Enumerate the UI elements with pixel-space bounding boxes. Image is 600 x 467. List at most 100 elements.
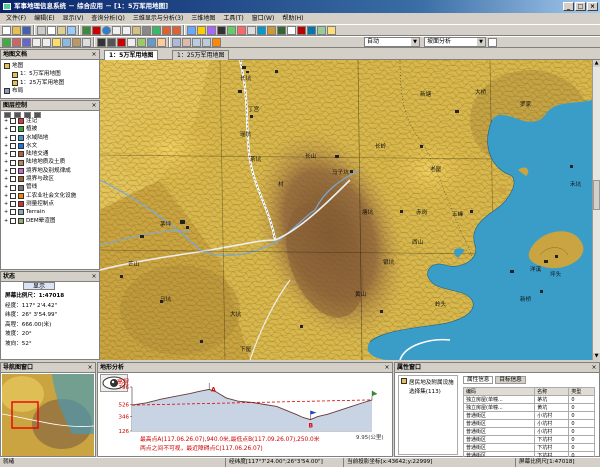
query-tree-item[interactable]: 居民地及附属设施 [401, 378, 454, 386]
layer-item[interactable]: +工农业社会文化设施 [4, 192, 76, 200]
scroll-up-icon[interactable]: ▲ [593, 60, 600, 67]
save-icon[interactable] [22, 26, 31, 35]
layer-item[interactable]: +DEM晕渲图 [4, 217, 76, 225]
profile-panel-close-icon[interactable]: × [383, 364, 391, 372]
menu-view[interactable]: 显示(V) [59, 13, 88, 24]
visibility-checkbox[interactable] [10, 126, 16, 132]
3d-icon[interactable] [277, 26, 286, 35]
refresh-icon[interactable] [152, 26, 161, 35]
view-icon[interactable] [82, 38, 91, 47]
expand-icon[interactable]: + [4, 150, 8, 158]
expand-icon[interactable]: + [4, 142, 8, 150]
expand-icon[interactable]: + [4, 183, 8, 191]
draw-polygon-icon[interactable] [22, 38, 31, 47]
layer-item[interactable]: +境界与政区 [4, 175, 76, 183]
table-row[interactable]: 普通街区下坑村0 [464, 436, 595, 444]
layer-panel-close-icon[interactable]: × [90, 102, 98, 110]
expand-icon[interactable]: + [4, 134, 8, 142]
tab-target-info[interactable]: 目标信息 [495, 376, 525, 384]
measure-icon[interactable] [197, 26, 206, 35]
visibility-checkbox[interactable] [10, 143, 16, 149]
path-icon[interactable] [62, 38, 71, 47]
expand-icon[interactable]: + [4, 175, 8, 183]
table-row[interactable]: 普通街区小坑村0 [464, 412, 595, 420]
visibility-checkbox[interactable] [10, 135, 16, 141]
line-style-icon[interactable] [147, 38, 156, 47]
tree-item-50k[interactable]: 1：5万军用地图 [4, 70, 64, 78]
attribute-panel-close-icon[interactable]: × [590, 364, 598, 372]
table-icon[interactable] [247, 26, 256, 35]
expand-icon[interactable]: + [4, 167, 8, 175]
visibility-checkbox[interactable] [10, 193, 16, 199]
point-icon[interactable] [52, 38, 61, 47]
maximize-button[interactable]: □ [575, 2, 586, 11]
pan-icon[interactable] [92, 26, 101, 35]
close-button[interactable]: × [587, 2, 598, 11]
column-header-name[interactable]: 名称 [535, 388, 569, 396]
grid-icon[interactable] [227, 26, 236, 35]
pick-icon[interactable] [172, 38, 181, 47]
forward-icon[interactable] [172, 26, 181, 35]
circle-icon[interactable] [42, 38, 51, 47]
zoom-out-icon[interactable] [122, 26, 131, 35]
expand-icon[interactable]: + [4, 192, 8, 200]
layer-item[interactable]: +陆地地质及土质 [4, 158, 76, 166]
expand-icon[interactable]: + [4, 208, 8, 216]
layer-icon[interactable] [82, 26, 91, 35]
rect-icon[interactable] [32, 38, 41, 47]
menu-edit[interactable]: 编辑(E) [30, 13, 58, 24]
undo-icon[interactable] [192, 38, 201, 47]
visibility-checkbox[interactable] [10, 185, 16, 191]
status-panel-close-icon[interactable]: × [90, 273, 98, 281]
expand-icon[interactable]: + [4, 125, 8, 133]
stop-icon[interactable] [297, 26, 306, 35]
align-icon[interactable] [127, 38, 136, 47]
tree-item-layout[interactable]: 布局 [4, 87, 64, 95]
visibility-checkbox[interactable] [10, 118, 16, 124]
binoculars-icon[interactable] [317, 26, 326, 35]
full-extent-icon[interactable] [142, 26, 151, 35]
new-icon[interactable] [2, 26, 11, 35]
table-row[interactable]: 独立房屋(单幢...黄坑0 [464, 404, 595, 412]
minimize-button[interactable]: _ [563, 2, 574, 11]
table-row[interactable]: 普通街区小坑村0 [464, 420, 595, 428]
globe-icon[interactable] [102, 26, 111, 35]
menu-window[interactable]: 窗口(W) [248, 13, 279, 24]
menu-3d-map[interactable]: 三维地图 [187, 13, 219, 24]
flag-icon[interactable] [237, 26, 246, 35]
table-row[interactable]: 普通街区下坑村0 [464, 444, 595, 452]
help-icon[interactable] [327, 26, 336, 35]
layer-item[interactable]: +水域陆地 [4, 134, 76, 142]
layers-icon[interactable] [307, 26, 316, 35]
layer-item[interactable]: +注记 [4, 117, 76, 125]
doc-panel-close-icon[interactable]: × [90, 51, 98, 59]
menu-3d-analysis[interactable]: 三维显示与分析(3) [129, 13, 188, 24]
tab-50k-map[interactable]: 1：5万军用地图 [104, 50, 158, 60]
tree-item-map[interactable]: 地图 [4, 62, 64, 70]
draw-line-icon[interactable] [12, 38, 21, 47]
visibility-checkbox[interactable] [10, 209, 16, 215]
layer-item[interactable]: +陆地交通 [4, 150, 76, 158]
edit-icon[interactable] [182, 38, 191, 47]
zoom-in-icon[interactable] [112, 26, 121, 35]
print-icon[interactable] [67, 26, 76, 35]
visibility-checkbox[interactable] [10, 168, 16, 174]
italic-icon[interactable] [107, 38, 116, 47]
visibility-checkbox[interactable] [10, 151, 16, 157]
redo-icon[interactable] [202, 38, 211, 47]
column-header-code[interactable]: 编码 [464, 388, 535, 396]
terrain-icon[interactable] [267, 26, 276, 35]
scale-combo[interactable]: 自动▼ [364, 37, 420, 47]
analysis-combo[interactable]: 坡面分析▼ [424, 37, 486, 47]
identify-icon[interactable] [207, 26, 216, 35]
layer-item[interactable]: +境界地及别规律成 [4, 167, 76, 175]
chart-icon[interactable] [257, 26, 266, 35]
selection-set-item[interactable]: 选择集(113) [409, 387, 441, 395]
back-icon[interactable] [162, 26, 171, 35]
scroll-down-icon[interactable]: ▼ [593, 353, 600, 360]
fill-icon[interactable] [137, 38, 146, 47]
expand-icon[interactable]: + [4, 117, 8, 125]
layer-item[interactable]: +管线 [4, 183, 76, 191]
layer-item[interactable]: +植被 [4, 125, 76, 133]
tab-display[interactable]: 显示 [23, 282, 55, 290]
